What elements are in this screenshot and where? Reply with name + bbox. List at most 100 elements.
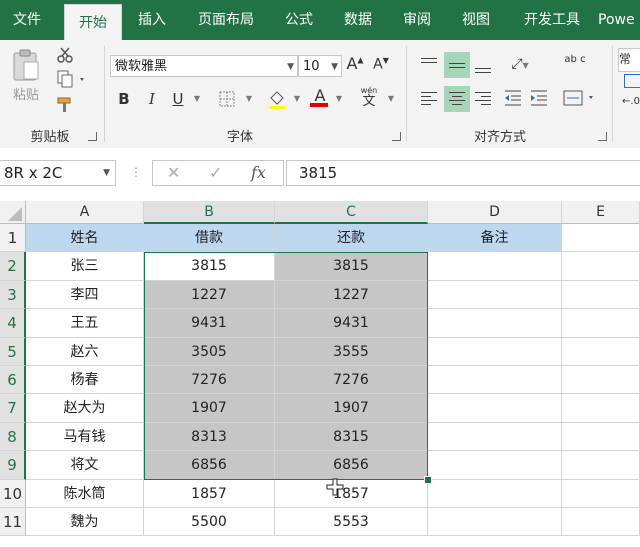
top-align-button[interactable] bbox=[418, 54, 440, 76]
cell-b2[interactable]: 3815 bbox=[144, 252, 275, 281]
cell-c7[interactable]: 1907 bbox=[275, 394, 428, 423]
font-size-combo[interactable]: 10 ▼ bbox=[298, 55, 342, 77]
tab-home[interactable]: 开始 bbox=[64, 4, 122, 41]
column-header-d[interactable]: D bbox=[428, 201, 562, 224]
cell-a6[interactable]: 杨春 bbox=[26, 366, 144, 394]
cell-b9[interactable]: 6856 bbox=[144, 451, 275, 480]
currency-icon[interactable] bbox=[624, 74, 640, 88]
cell-e1[interactable] bbox=[562, 224, 640, 252]
fill-handle[interactable] bbox=[424, 476, 432, 484]
underline-button[interactable]: U bbox=[170, 90, 186, 108]
select-all-button[interactable] bbox=[0, 201, 26, 224]
cell-b10[interactable]: 1857 bbox=[144, 480, 275, 508]
chevron-down-icon[interactable]: ▼ bbox=[292, 94, 302, 103]
wrap-text-button[interactable]: ab c bbox=[564, 54, 586, 78]
cancel-icon[interactable]: ✕ bbox=[167, 163, 180, 182]
row-header-6[interactable]: 6 bbox=[0, 366, 26, 394]
fill-color-button[interactable] bbox=[266, 88, 288, 114]
chevron-down-icon[interactable]: ▼ bbox=[331, 56, 338, 78]
cell-a8[interactable]: 马有钱 bbox=[26, 423, 144, 451]
row-header-2[interactable]: 2 bbox=[0, 252, 26, 281]
cell-d7[interactable] bbox=[428, 394, 562, 423]
cell-c1[interactable]: 还款 bbox=[275, 224, 428, 252]
more-options-icon[interactable]: ⋮ bbox=[130, 165, 142, 179]
tab-data[interactable]: 数据 bbox=[330, 0, 386, 40]
column-header-a[interactable]: A bbox=[26, 201, 144, 224]
cell-d4[interactable] bbox=[428, 309, 562, 338]
cell-b8[interactable]: 8313 bbox=[144, 423, 275, 451]
cell-c9[interactable]: 6856 bbox=[275, 451, 428, 480]
phonetic-guide-button[interactable]: wén 文 bbox=[356, 86, 382, 109]
chevron-down-icon[interactable]: ▼ bbox=[386, 94, 396, 103]
cell-e7[interactable] bbox=[562, 394, 640, 423]
merge-center-button[interactable] bbox=[562, 88, 598, 110]
cell-c11[interactable]: 5553 bbox=[275, 508, 428, 536]
align-left-button[interactable] bbox=[418, 88, 440, 110]
cell-e3[interactable] bbox=[562, 281, 640, 309]
cell-b6[interactable]: 7276 bbox=[144, 366, 275, 394]
middle-align-button[interactable] bbox=[444, 52, 470, 78]
cell-c5[interactable]: 3555 bbox=[275, 338, 428, 366]
row-header-3[interactable]: 3 bbox=[0, 281, 26, 309]
check-icon[interactable]: ✓ bbox=[209, 163, 222, 182]
cell-a1[interactable]: 姓名 bbox=[26, 224, 144, 252]
cell-c8[interactable]: 8315 bbox=[275, 423, 428, 451]
chevron-down-icon[interactable]: ▼ bbox=[287, 56, 294, 78]
grow-font-button[interactable]: A▲ bbox=[346, 54, 364, 73]
borders-button[interactable] bbox=[216, 90, 240, 112]
cell-b4[interactable]: 9431 bbox=[144, 309, 275, 338]
cell-d8[interactable] bbox=[428, 423, 562, 451]
cell-d6[interactable] bbox=[428, 366, 562, 394]
cell-e8[interactable] bbox=[562, 423, 640, 451]
cell-c6[interactable]: 7276 bbox=[275, 366, 428, 394]
column-header-b[interactable]: B bbox=[144, 201, 275, 224]
italic-button[interactable]: I bbox=[144, 90, 160, 108]
tab-review[interactable]: 审阅 bbox=[392, 0, 442, 40]
cell-c4[interactable]: 9431 bbox=[275, 309, 428, 338]
tab-insert[interactable]: 插入 bbox=[124, 0, 180, 40]
alignment-launcher-icon[interactable] bbox=[598, 132, 607, 141]
cell-b7[interactable]: 1907 bbox=[144, 394, 275, 423]
cell-d5[interactable] bbox=[428, 338, 562, 366]
orientation-button[interactable]: ⤢▼ bbox=[504, 56, 536, 72]
name-box[interactable]: 8R x 2C ▼ bbox=[0, 160, 116, 186]
cell-b11[interactable]: 5500 bbox=[144, 508, 275, 536]
cell-b3[interactable]: 1227 bbox=[144, 281, 275, 309]
cut-button[interactable] bbox=[54, 46, 76, 66]
cell-e6[interactable] bbox=[562, 366, 640, 394]
bottom-align-button[interactable] bbox=[472, 54, 494, 76]
cell-a3[interactable]: 李四 bbox=[26, 281, 144, 309]
cell-c2[interactable]: 3815 bbox=[275, 252, 428, 281]
cell-e5[interactable] bbox=[562, 338, 640, 366]
format-painter-button[interactable] bbox=[54, 96, 76, 116]
column-header-e[interactable]: E bbox=[562, 201, 640, 224]
font-color-button[interactable]: A bbox=[310, 86, 330, 107]
row-header-7[interactable]: 7 bbox=[0, 394, 26, 423]
cell-a5[interactable]: 赵六 bbox=[26, 338, 144, 366]
decimal-icon[interactable]: ←.0 bbox=[622, 96, 640, 107]
chevron-down-icon[interactable]: ▼ bbox=[334, 94, 344, 103]
insert-function-icon[interactable]: fx bbox=[251, 163, 266, 182]
cell-a4[interactable]: 王五 bbox=[26, 309, 144, 338]
copy-button[interactable] bbox=[54, 70, 90, 90]
paste-button[interactable]: 粘贴 bbox=[8, 48, 44, 106]
row-header-8[interactable]: 8 bbox=[0, 423, 26, 451]
cell-a2[interactable]: 张三 bbox=[26, 252, 144, 281]
chevron-down-icon[interactable]: ▼ bbox=[244, 94, 254, 103]
cell-b1[interactable]: 借款 bbox=[144, 224, 275, 252]
cell-c10[interactable]: 1857 bbox=[275, 480, 428, 508]
cell-a7[interactable]: 赵大为 bbox=[26, 394, 144, 423]
chevron-down-icon[interactable]: ▼ bbox=[192, 94, 202, 103]
cell-a11[interactable]: 魏为 bbox=[26, 508, 144, 536]
cell-e11[interactable] bbox=[562, 508, 640, 536]
shrink-font-button[interactable]: A▼ bbox=[372, 56, 390, 73]
cell-e10[interactable] bbox=[562, 480, 640, 508]
tab-view[interactable]: 视图 bbox=[448, 0, 504, 40]
chevron-down-icon[interactable]: ▼ bbox=[523, 61, 529, 70]
tab-formulas[interactable]: 公式 bbox=[274, 0, 324, 40]
row-header-5[interactable]: 5 bbox=[0, 338, 26, 366]
row-header-11[interactable]: 11 bbox=[0, 508, 26, 536]
cell-d11[interactable] bbox=[428, 508, 562, 536]
row-header-4[interactable]: 4 bbox=[0, 309, 26, 338]
row-header-1[interactable]: 1 bbox=[0, 224, 26, 252]
